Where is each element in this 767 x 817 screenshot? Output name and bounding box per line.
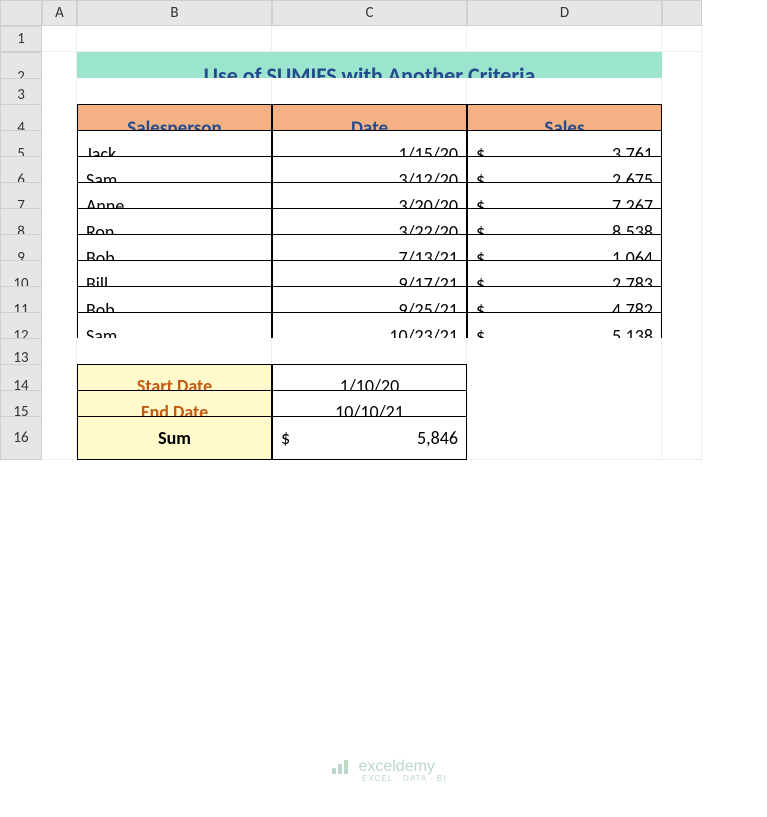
sum-label[interactable]: Sum — [77, 416, 272, 460]
watermark-sub: EXCEL · DATA · BI — [362, 774, 446, 783]
cell-B1[interactable] — [77, 26, 272, 52]
sum-value[interactable]: $5,846 — [272, 416, 467, 460]
chart-icon — [330, 758, 354, 776]
col-header-D[interactable]: D — [467, 0, 662, 26]
cell-A1[interactable] — [42, 26, 77, 52]
watermark-main: exceldemy — [358, 758, 434, 775]
cell-D16[interactable] — [467, 416, 662, 460]
currency-value: 5,846 — [417, 427, 458, 449]
cell-A16[interactable] — [42, 416, 77, 460]
cell-C1[interactable] — [272, 26, 467, 52]
cell-E16[interactable] — [662, 416, 702, 460]
cell-E1[interactable] — [662, 26, 702, 52]
cell-D1[interactable] — [467, 26, 662, 52]
row-header-1[interactable]: 1 — [0, 26, 42, 52]
watermark: exceldemy EXCEL · DATA · BI — [330, 758, 446, 783]
col-header-C[interactable]: C — [272, 0, 467, 26]
corner-header[interactable] — [0, 0, 42, 26]
col-header-last[interactable] — [662, 0, 702, 26]
row-header-16[interactable]: 16 — [0, 416, 42, 460]
spreadsheet: A B C D 1 2 Use of SUMIFS with Another C… — [0, 0, 767, 442]
col-header-A[interactable]: A — [42, 0, 77, 26]
col-header-B[interactable]: B — [77, 0, 272, 26]
currency-symbol: $ — [281, 427, 290, 449]
